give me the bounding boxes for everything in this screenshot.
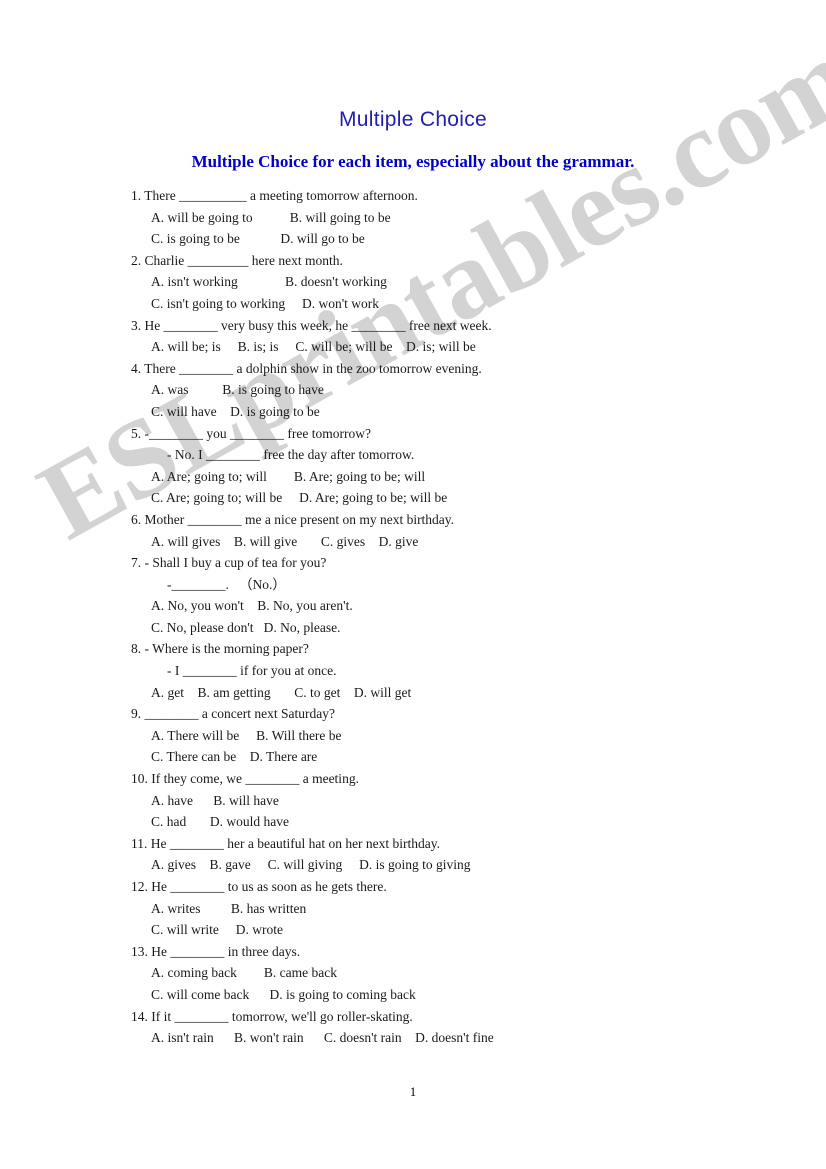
question-list: 1. There __________ a meeting tomorrow a… bbox=[131, 185, 731, 1049]
question-line: 10. If they come, we ________ a meeting. bbox=[131, 771, 359, 787]
question-line: 9. ________ a concert next Saturday? bbox=[131, 706, 335, 722]
question-line: 2. Charlie _________ here next month. bbox=[131, 252, 343, 268]
question-line: -________. （No.） bbox=[167, 576, 286, 592]
page-subtitle: Multiple Choice for each item, especiall… bbox=[191, 152, 635, 171]
question-line: C. isn't going to working D. won't work bbox=[151, 295, 379, 311]
question-line: A. coming back B. came back bbox=[151, 965, 337, 981]
question-line: 5. -________ you ________ free tomorrow? bbox=[131, 425, 371, 441]
question-line: C. is going to be D. will go to be bbox=[151, 231, 365, 247]
question-line: 11. He ________ her a beautiful hat on h… bbox=[131, 835, 441, 851]
question-line: A. will gives B. will give C. gives D. g… bbox=[151, 533, 419, 549]
page-number: 1 bbox=[409, 1085, 417, 1099]
question-line: 8. - Where is the morning paper? bbox=[131, 641, 309, 657]
question-line: C. will come back D. is going to coming … bbox=[151, 986, 416, 1002]
question-line: 12. He ________ to us as soon as he gets… bbox=[131, 879, 387, 894]
question-line: A. will be going to B. will going to be bbox=[151, 209, 391, 225]
question-line: A. writes B. has written bbox=[151, 900, 307, 916]
question-line: - No. I ________ free the day after tomo… bbox=[167, 447, 415, 463]
worksheet-page: ESLprintables.com Multiple Choice Multip… bbox=[0, 0, 826, 1169]
question-line: A. get B. am getting C. to get D. will g… bbox=[151, 684, 412, 700]
question-line: - I ________ if for you at once. bbox=[167, 663, 337, 679]
question-line: A. gives B. gave C. will giving D. is go… bbox=[151, 857, 471, 873]
question-line: 13. He ________ in three days. bbox=[131, 943, 301, 959]
question-line: 7. - Shall I buy a cup of tea for you? bbox=[131, 555, 327, 571]
question-line: 1. There __________ a meeting tomorrow a… bbox=[131, 188, 418, 203]
question-line: 14. If it ________ tomorrow, we'll go ro… bbox=[131, 1008, 413, 1024]
question-line: A. There will be B. Will there be bbox=[151, 727, 342, 743]
question-line: 4. There ________ a dolphin show in the … bbox=[131, 360, 482, 376]
question-line: C. will have D. is going to be bbox=[151, 403, 320, 419]
question-line: C. will write D. wrote bbox=[151, 922, 283, 938]
question-line: C. No, please don't D. No, please. bbox=[151, 619, 341, 635]
question-line: 6. Mother ________ me a nice present on … bbox=[131, 511, 455, 527]
question-line: C. Are; going to; will be D. Are; going … bbox=[151, 490, 448, 506]
question-line: A. will be; is B. is; is C. will be; wil… bbox=[151, 339, 476, 355]
question-line: A. Are; going to; will B. Are; going to … bbox=[151, 468, 426, 484]
page-title: Multiple Choice bbox=[338, 108, 488, 131]
question-line: A. isn't working B. doesn't working bbox=[151, 274, 387, 290]
question-line: A. No, you won't B. No, you aren't. bbox=[151, 598, 353, 614]
question-line: A. have B. will have bbox=[151, 792, 279, 808]
question-line: A. isn't rain B. won't rain C. doesn't r… bbox=[151, 1030, 494, 1046]
question-line: 3. He ________ very busy this week, he _… bbox=[131, 317, 492, 333]
question-line: A. was B. is going to have bbox=[151, 382, 324, 398]
question-line: C. There can be D. There are bbox=[151, 749, 318, 765]
question-line: C. had D. would have bbox=[151, 814, 289, 830]
